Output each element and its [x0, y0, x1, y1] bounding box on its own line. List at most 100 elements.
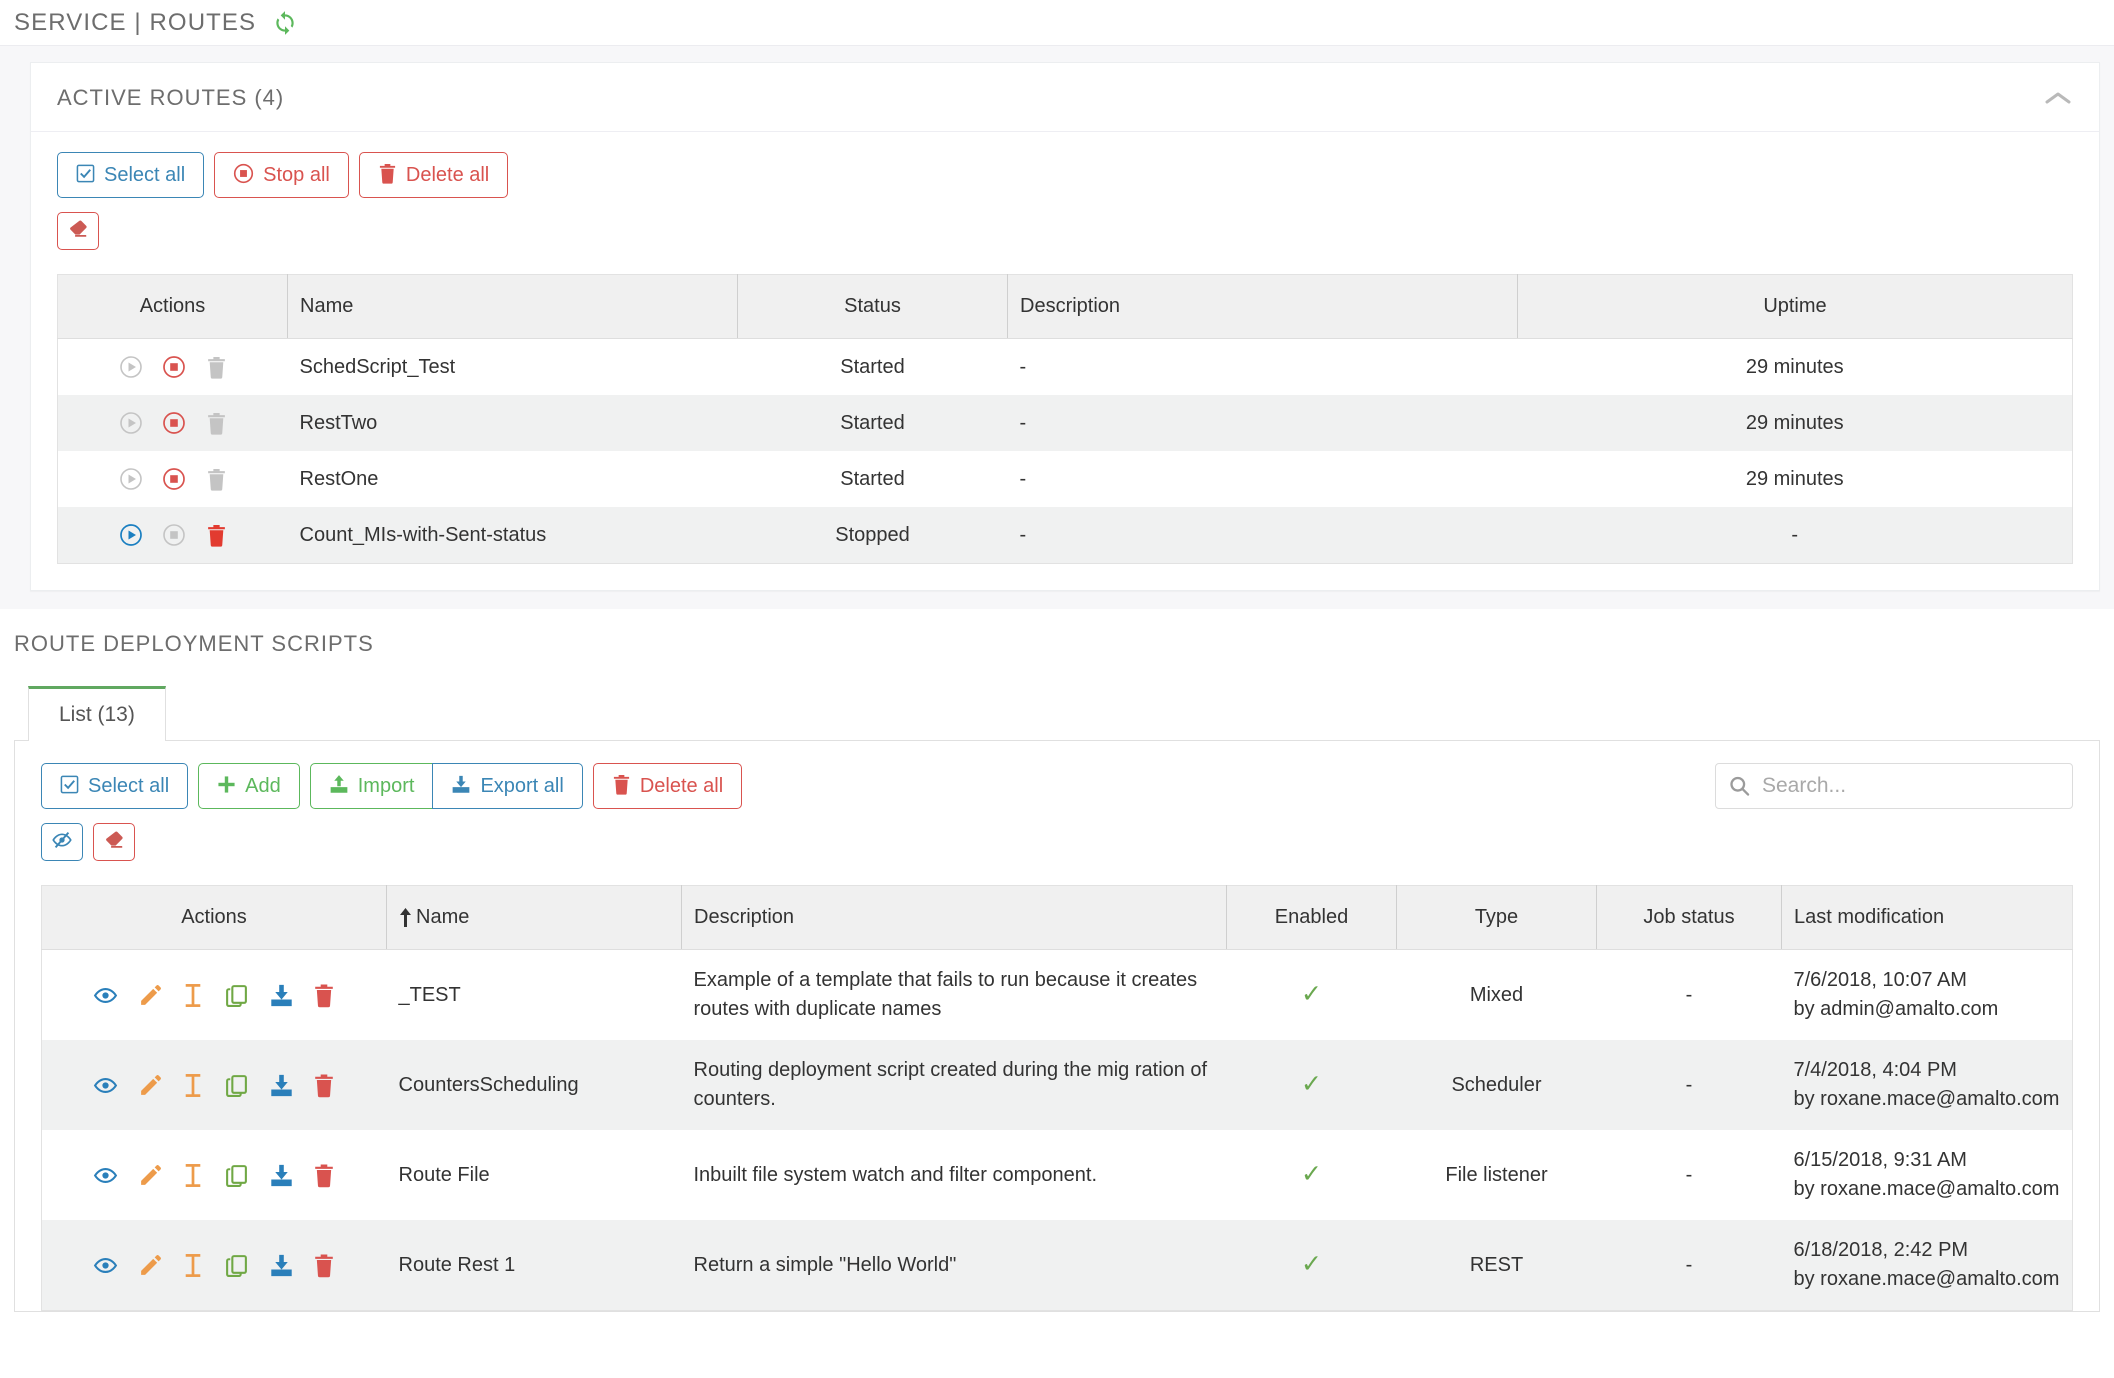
select-all-scripts-button[interactable]: Select all [41, 763, 188, 809]
table-row: _TEST Example of a template that fails t… [42, 950, 2073, 1041]
duplicate-copy-icon[interactable] [224, 1073, 249, 1098]
col-name[interactable]: Name [387, 886, 682, 950]
delete-trash-icon[interactable] [313, 1253, 335, 1278]
refresh-icon[interactable] [272, 10, 298, 36]
download-icon[interactable] [269, 1163, 294, 1188]
delete-trash-icon[interactable] [313, 1163, 335, 1188]
table-header-row: Actions Name Description Enabled Type Jo… [42, 886, 2073, 950]
row-name: Route File [387, 1130, 682, 1220]
row-description: - [1008, 339, 1518, 396]
clear-filters-button[interactable] [57, 212, 99, 250]
start-route-icon[interactable] [119, 523, 143, 547]
add-script-button[interactable]: Add [198, 763, 300, 809]
start-route-icon[interactable] [119, 467, 143, 491]
tab-list[interactable]: List (13) [28, 686, 166, 741]
rename-text-cursor-icon[interactable] [182, 1253, 204, 1278]
toggle-columns-button[interactable] [41, 823, 83, 861]
table-header-row: Actions Name Status Description Uptime [58, 275, 2073, 339]
col-job-status[interactable]: Job status [1597, 886, 1782, 950]
row-job-status: - [1597, 1220, 1782, 1311]
view-eye-icon[interactable] [93, 1163, 118, 1188]
row-name: SchedScript_Test [288, 339, 738, 396]
col-name-label: Name [416, 906, 469, 928]
chevron-up-icon[interactable] [2043, 89, 2073, 107]
download-icon[interactable] [269, 983, 294, 1008]
col-description[interactable]: Description [682, 886, 1227, 950]
row-type: REST [1397, 1220, 1597, 1311]
search-input[interactable] [1715, 763, 2073, 809]
row-uptime: 29 minutes [1518, 339, 2073, 396]
start-route-icon[interactable] [119, 411, 143, 435]
col-status[interactable]: Status [738, 275, 1008, 339]
row-description: Inbuilt file system watch and filter com… [682, 1130, 1227, 1220]
start-route-icon[interactable] [119, 355, 143, 379]
duplicate-copy-icon[interactable] [224, 983, 249, 1008]
enabled-check-icon: ✓ [1301, 1070, 1322, 1098]
stop-route-icon[interactable] [162, 411, 186, 435]
view-eye-icon[interactable] [93, 983, 118, 1008]
view-eye-icon[interactable] [93, 1073, 118, 1098]
rename-text-cursor-icon[interactable] [182, 983, 204, 1008]
duplicate-copy-icon[interactable] [224, 1253, 249, 1278]
delete-all-scripts-button[interactable]: Delete all [593, 763, 742, 809]
col-last-modification[interactable]: Last modification [1782, 886, 2073, 950]
search-container [1715, 763, 2073, 809]
enabled-check-icon: ✓ [1301, 1160, 1322, 1188]
col-enabled[interactable]: Enabled [1227, 886, 1397, 950]
row-name: Route Rest 1 [387, 1220, 682, 1311]
download-icon[interactable] [269, 1253, 294, 1278]
row-status: Started [738, 395, 1008, 451]
table-row: Route File Inbuilt file system watch and… [42, 1130, 2073, 1220]
row-job-status: - [1597, 1130, 1782, 1220]
col-name[interactable]: Name [288, 275, 738, 339]
row-enabled: ✓ [1227, 1040, 1397, 1130]
edit-pencil-icon[interactable] [138, 1163, 163, 1188]
clear-filters-button[interactable] [93, 823, 135, 861]
delete-route-icon[interactable] [206, 468, 227, 491]
export-all-scripts-button[interactable]: Export all [432, 763, 582, 809]
last-modification-author: by roxane.mace@amalto.com [1794, 1085, 2073, 1114]
delete-route-icon[interactable] [206, 356, 227, 379]
delete-route-icon[interactable] [206, 524, 227, 547]
row-name: Count_MIs-with-Sent-status [288, 507, 738, 564]
delete-route-icon[interactable] [206, 412, 227, 435]
edit-pencil-icon[interactable] [138, 1073, 163, 1098]
col-actions: Actions [42, 886, 387, 950]
edit-pencil-icon[interactable] [138, 983, 163, 1008]
row-enabled: ✓ [1227, 950, 1397, 1041]
duplicate-copy-icon[interactable] [224, 1163, 249, 1188]
stop-route-icon[interactable] [162, 467, 186, 491]
deployment-scripts-secondary-toolbar [41, 823, 742, 861]
row-description: - [1008, 451, 1518, 507]
stop-route-icon[interactable] [162, 523, 186, 547]
download-icon[interactable] [269, 1073, 294, 1098]
eraser-icon [67, 218, 89, 245]
row-description: Return a simple "Hello World" [682, 1220, 1227, 1311]
stop-route-icon[interactable] [162, 355, 186, 379]
select-all-scripts-label: Select all [88, 776, 169, 796]
row-actions [42, 1220, 387, 1311]
col-description[interactable]: Description [1008, 275, 1518, 339]
col-type[interactable]: Type [1397, 886, 1597, 950]
active-routes-panel: ACTIVE ROUTES (4) Select all [30, 62, 2100, 591]
view-eye-icon[interactable] [93, 1253, 118, 1278]
last-modification-date: 7/4/2018, 4:04 PM [1794, 1056, 2073, 1085]
deployment-scripts-buttons: Select all Add [41, 763, 742, 809]
rename-text-cursor-icon[interactable] [182, 1073, 204, 1098]
delete-trash-icon[interactable] [313, 983, 335, 1008]
col-uptime[interactable]: Uptime [1518, 275, 2073, 339]
row-actions [58, 507, 288, 564]
stop-all-routes-button[interactable]: Stop all [214, 152, 349, 198]
deployment-scripts-table-head: Actions Name Description Enabled Type Jo… [42, 886, 2073, 950]
rename-text-cursor-icon[interactable] [182, 1163, 204, 1188]
delete-trash-icon[interactable] [313, 1073, 335, 1098]
row-name: _TEST [387, 950, 682, 1041]
import-scripts-button[interactable]: Import [310, 763, 434, 809]
edit-pencil-icon[interactable] [138, 1253, 163, 1278]
export-all-scripts-label: Export all [480, 776, 563, 796]
row-status: Started [738, 339, 1008, 396]
delete-all-routes-button[interactable]: Delete all [359, 152, 508, 198]
select-all-routes-button[interactable]: Select all [57, 152, 204, 198]
last-modification-author: by roxane.mace@amalto.com [1794, 1265, 2073, 1294]
active-routes-table: Actions Name Status Description Uptime [57, 274, 2073, 564]
